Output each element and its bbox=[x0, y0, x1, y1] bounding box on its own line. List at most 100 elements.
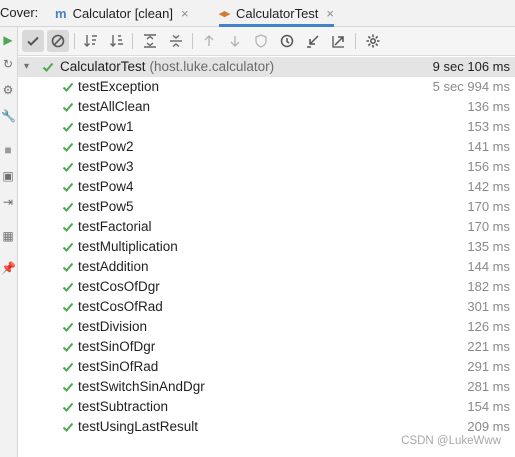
test-method-name: testSinOfRad bbox=[78, 359, 159, 374]
export-tests-button[interactable] bbox=[328, 30, 350, 52]
passed-check-icon bbox=[42, 62, 54, 72]
test-class-package: (host.luke.calculator) bbox=[149, 59, 275, 74]
rerun-icon[interactable]: ▶ bbox=[1, 33, 15, 47]
test-method-name: testDivision bbox=[78, 319, 148, 334]
passed-check-icon bbox=[62, 262, 74, 272]
passed-check-icon bbox=[62, 102, 74, 112]
test-method-row[interactable]: testPow4 142 ms bbox=[18, 177, 515, 197]
test-duration: 209 ms bbox=[467, 419, 510, 434]
test-method-row[interactable]: testPow2 141 ms bbox=[18, 137, 515, 157]
passed-check-icon bbox=[62, 242, 74, 252]
test-method-row[interactable]: testUsingLastResult 209 ms bbox=[18, 417, 515, 437]
arrow-up-icon bbox=[204, 35, 214, 46]
module-icon: m bbox=[55, 5, 67, 21]
test-duration: 153 ms bbox=[467, 119, 510, 134]
test-method-row[interactable]: testPow5 170 ms bbox=[18, 197, 515, 217]
test-method-name: testPow2 bbox=[78, 139, 134, 154]
debug-icon[interactable]: ⚙ bbox=[1, 83, 15, 97]
test-method-row[interactable]: testPow1 153 ms bbox=[18, 117, 515, 137]
editor-tab-bar: Cover: m Calculator [clean] × ◂▸ Calcula… bbox=[0, 0, 515, 27]
camera-icon[interactable]: ▣ bbox=[1, 169, 15, 183]
clock-icon bbox=[280, 34, 294, 48]
close-icon[interactable]: × bbox=[326, 6, 334, 21]
tab-calculator-clean[interactable]: m Calculator [clean] × bbox=[55, 0, 189, 26]
expand-all-button[interactable] bbox=[139, 30, 161, 52]
test-method-row[interactable]: testAddition 144 ms bbox=[18, 257, 515, 277]
passed-check-icon bbox=[62, 162, 74, 172]
test-method-name: testPow3 bbox=[78, 159, 134, 174]
test-duration: 221 ms bbox=[467, 339, 510, 354]
stop-icon[interactable]: ■ bbox=[1, 143, 15, 157]
import-icon bbox=[307, 35, 319, 48]
passed-check-icon bbox=[62, 302, 74, 312]
test-duration: 126 ms bbox=[467, 319, 510, 334]
sort-by-duration-button[interactable] bbox=[106, 30, 128, 52]
test-method-row[interactable]: testMultiplication 135 ms bbox=[18, 237, 515, 257]
passed-check-icon bbox=[62, 362, 74, 372]
test-method-row[interactable]: testSinOfRad 291 ms bbox=[18, 357, 515, 377]
layout-icon[interactable]: ▦ bbox=[1, 229, 15, 243]
close-icon[interactable]: × bbox=[181, 6, 189, 21]
passed-check-icon bbox=[62, 122, 74, 132]
test-method-name: testCosOfDgr bbox=[78, 279, 160, 294]
test-duration: 170 ms bbox=[467, 219, 510, 234]
test-method-row[interactable]: testAllClean 136 ms bbox=[18, 97, 515, 117]
chevron-down-icon[interactable]: ▾ bbox=[24, 57, 34, 77]
test-method-row[interactable]: testSinOfDgr 221 ms bbox=[18, 337, 515, 357]
test-method-row[interactable]: testSwitchSinAndDgr 281 ms bbox=[18, 377, 515, 397]
test-method-row[interactable]: testSubtraction 154 ms bbox=[18, 397, 515, 417]
watermark: CSDN @LukeWww bbox=[401, 435, 501, 447]
test-class-name-group: CalculatorTest (host.luke.calculator) bbox=[60, 57, 274, 77]
test-method-name: testSinOfDgr bbox=[78, 339, 156, 354]
tab-label: Calculator [clean] bbox=[72, 5, 174, 21]
pin-icon[interactable]: 📌 bbox=[1, 261, 16, 275]
total-duration: 9 sec 106 ms bbox=[432, 59, 510, 74]
show-passed-button[interactable] bbox=[22, 30, 44, 52]
passed-check-icon bbox=[62, 82, 74, 92]
import-tests-button[interactable] bbox=[302, 30, 324, 52]
gear-icon bbox=[366, 34, 380, 48]
test-duration: 170 ms bbox=[467, 199, 510, 214]
passed-check-icon bbox=[62, 202, 74, 212]
tab-calculatortest[interactable]: ◂▸ CalculatorTest × bbox=[219, 0, 335, 27]
checkmark-icon bbox=[27, 36, 39, 46]
exit-icon[interactable]: ⇥ bbox=[1, 195, 15, 209]
test-method-row[interactable]: testDivision 126 ms bbox=[18, 317, 515, 337]
passed-check-icon bbox=[62, 222, 74, 232]
sort-alphabetically-button[interactable] bbox=[80, 30, 102, 52]
test-class-row[interactable]: ▾ CalculatorTest (host.luke.calculator) 9… bbox=[18, 57, 515, 77]
show-ignored-button[interactable] bbox=[47, 30, 69, 52]
test-duration: 301 ms bbox=[467, 299, 510, 314]
test-method-name: testSwitchSinAndDgr bbox=[78, 379, 205, 394]
passed-check-icon bbox=[62, 142, 74, 152]
test-method-name: testFactorial bbox=[78, 219, 152, 234]
test-runner-toolbar bbox=[18, 27, 515, 56]
previous-failed-button[interactable] bbox=[198, 30, 220, 52]
collapse-all-button[interactable] bbox=[165, 30, 187, 52]
test-duration: 5 sec 994 ms bbox=[432, 79, 510, 94]
test-method-name: testAddition bbox=[78, 259, 149, 274]
test-method-name: testAllClean bbox=[78, 99, 151, 114]
settings-button[interactable] bbox=[362, 30, 384, 52]
left-tool-strip: ▶ ↻ ⚙ 🔧 ■ ▣ ⇥ ▦ 📌 bbox=[0, 27, 18, 457]
test-method-row[interactable]: testPow3 156 ms bbox=[18, 157, 515, 177]
test-duration: 135 ms bbox=[467, 239, 510, 254]
coverage-button[interactable] bbox=[250, 30, 272, 52]
test-method-row[interactable]: testFactorial 170 ms bbox=[18, 217, 515, 237]
test-duration: 156 ms bbox=[467, 159, 510, 174]
test-method-row[interactable]: testCosOfDgr 182 ms bbox=[18, 277, 515, 297]
history-icon[interactable]: ↻ bbox=[1, 57, 15, 71]
export-icon bbox=[332, 36, 344, 48]
test-method-row[interactable]: testCosOfRad 301 ms bbox=[18, 297, 515, 317]
wrench-icon[interactable]: 🔧 bbox=[1, 109, 16, 123]
test-method-row[interactable]: testException 5 sec 994 ms bbox=[18, 77, 515, 97]
test-class-name: CalculatorTest bbox=[60, 59, 146, 74]
next-failed-button[interactable] bbox=[224, 30, 246, 52]
test-duration: 182 ms bbox=[467, 279, 510, 294]
passed-check-icon bbox=[62, 322, 74, 332]
test-history-button[interactable] bbox=[276, 30, 298, 52]
test-method-name: testPow4 bbox=[78, 179, 134, 194]
test-duration: 141 ms bbox=[467, 139, 510, 154]
test-duration: 281 ms bbox=[467, 379, 510, 394]
test-method-name: testPow1 bbox=[78, 119, 134, 134]
